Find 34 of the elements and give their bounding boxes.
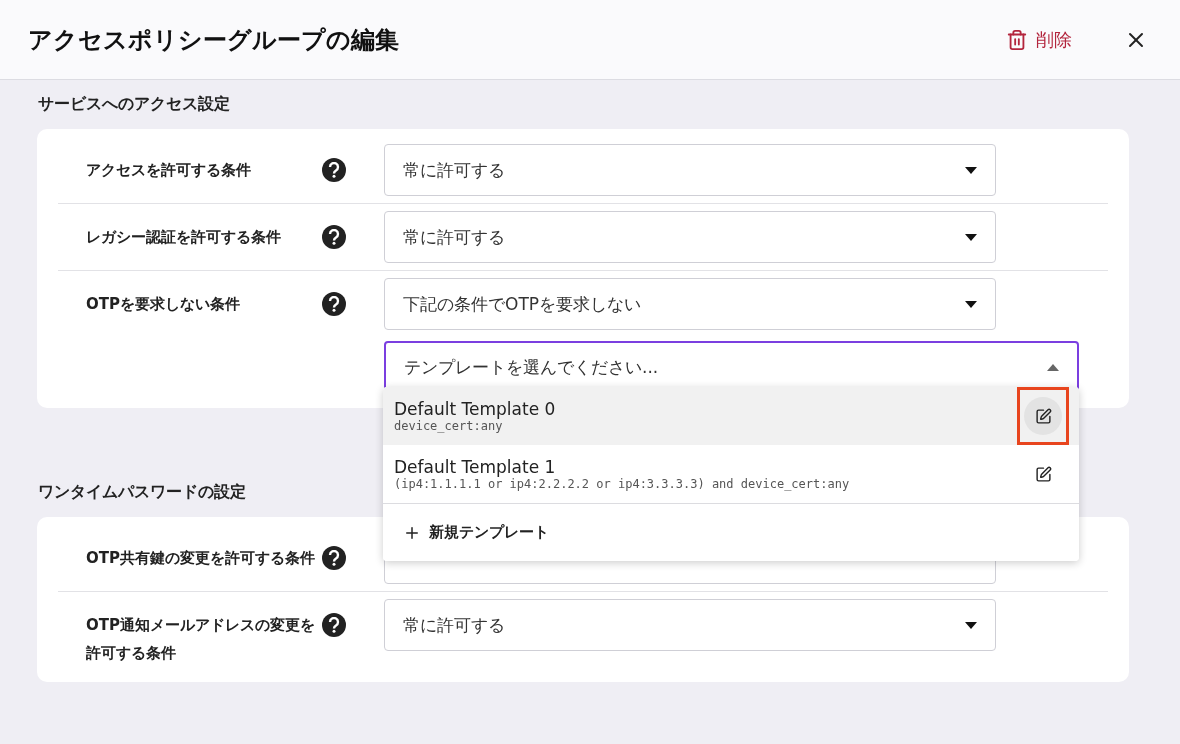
caret-icon	[1047, 363, 1059, 371]
help-icon[interactable]	[322, 546, 346, 570]
delete-button[interactable]: 削除	[1002, 23, 1076, 56]
help-icon[interactable]	[322, 292, 346, 316]
trash-icon	[1006, 28, 1028, 51]
edit-icon	[1034, 407, 1052, 425]
edit-icon	[1034, 465, 1052, 483]
help-icon[interactable]	[322, 225, 346, 249]
help-icon[interactable]	[322, 158, 346, 182]
template-option[interactable]: Default Template 1 (ip4:1.1.1.1 or ip4:2.2.2.2 or ip4:3.3.3.3) and device_cert:any	[383, 445, 1079, 503]
setting-label: OTPを要求しない条件	[86, 294, 241, 315]
section-title: ワンタイムパスワードの設定	[38, 482, 246, 503]
setting-label: アクセスを許可する条件	[86, 160, 252, 181]
caret-icon	[965, 300, 977, 308]
caret-icon	[965, 233, 977, 241]
setting-label: OTP通知メールアドレスの変更を許可する条件	[86, 615, 316, 664]
setting-label: レガシー認証を許可する条件	[86, 227, 282, 248]
select-field[interactable]: 常に許可する	[384, 144, 996, 196]
caret-icon	[965, 621, 977, 629]
template-name: Default Template 1	[394, 457, 557, 477]
select-field[interactable]: 常に許可する	[384, 211, 996, 263]
template-condition: (ip4:1.1.1.1 or ip4:2.2.2.2 or ip4:3.3.3.3) and device_cert:any	[394, 477, 851, 491]
new-template-button[interactable]: 新規テンプレート	[383, 503, 1079, 561]
template-condition: device_cert:any	[394, 419, 504, 433]
dialog-title: アクセスポリシーグループの編集	[28, 24, 400, 56]
help-icon[interactable]	[322, 613, 346, 637]
setting-label: OTP共有鍵の変更を許可する条件	[86, 548, 316, 569]
caret-icon	[965, 166, 977, 174]
template-name: Default Template 0	[394, 399, 557, 419]
section-title: サービスへのアクセス設定	[38, 94, 230, 115]
edit-button[interactable]	[1017, 387, 1069, 445]
select-field[interactable]: 常に許可する	[384, 599, 996, 651]
template-option[interactable]: Default Template 0 device_cert:any	[383, 387, 1079, 445]
select-field[interactable]: 下記の条件でOTPを要求しない	[384, 278, 996, 330]
